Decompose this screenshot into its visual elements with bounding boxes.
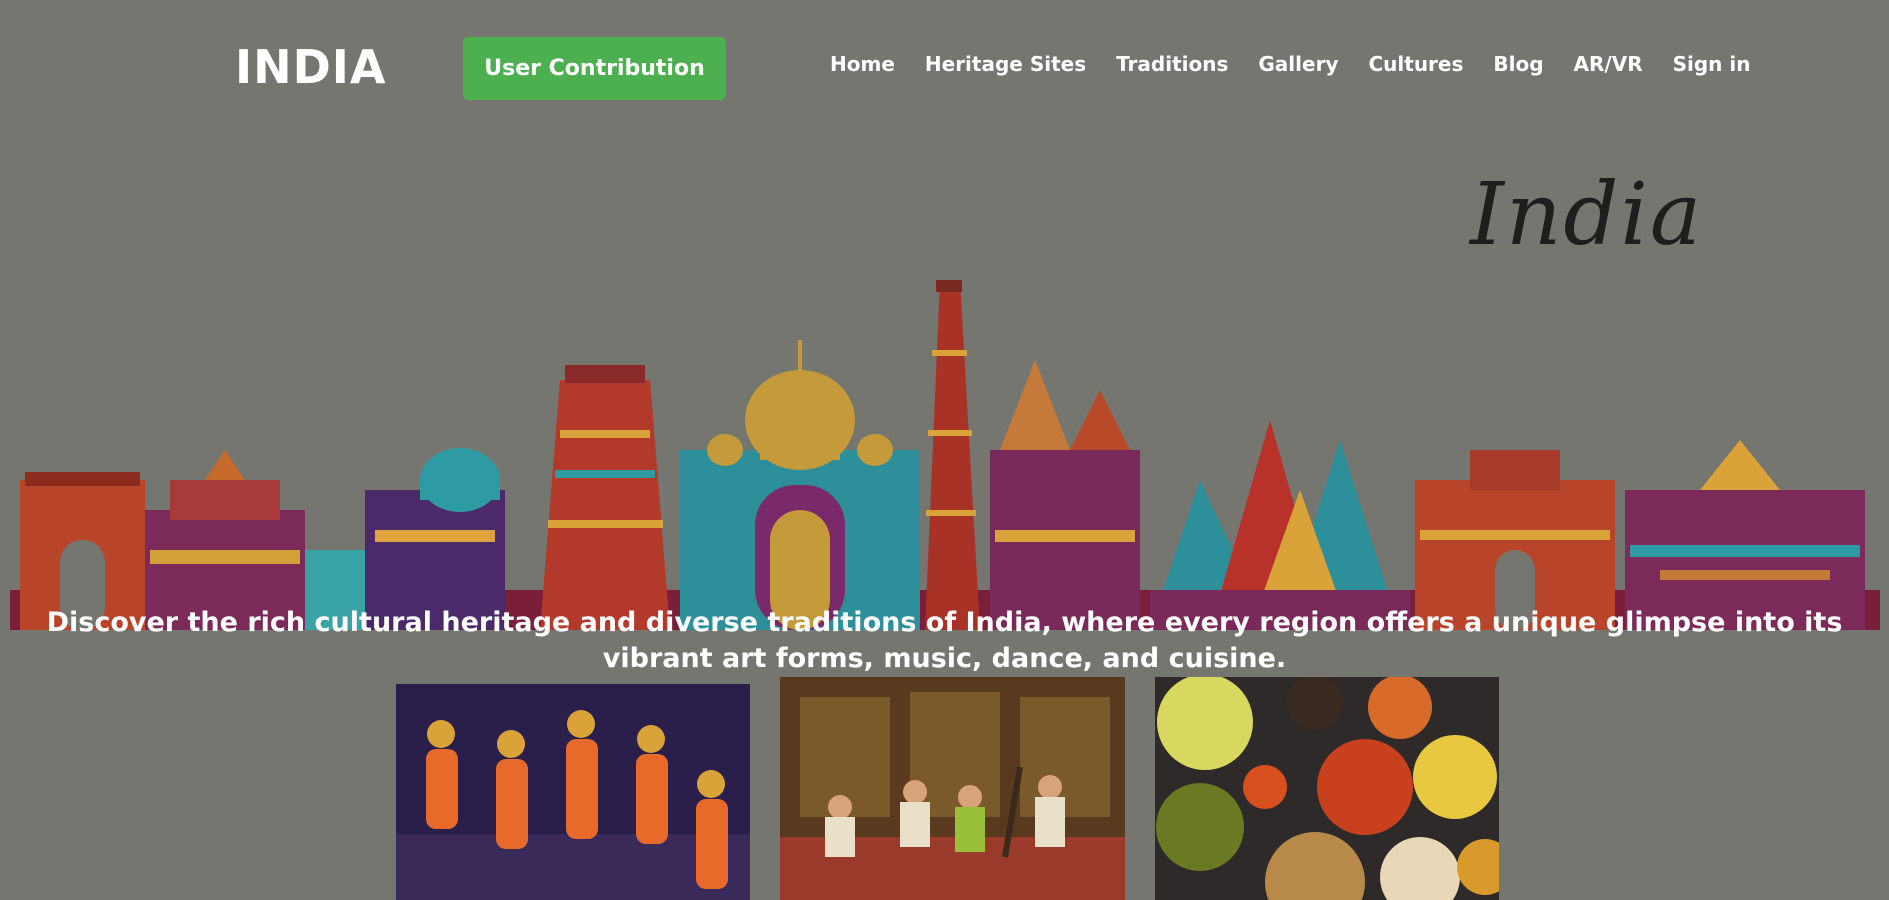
nav-ar-vr[interactable]: AR/VR bbox=[1574, 52, 1643, 76]
nav-home[interactable]: Home bbox=[830, 52, 895, 76]
top-navbar: INDIA User Contribution Home Heritage Si… bbox=[0, 0, 1889, 140]
nav-heritage-sites[interactable]: Heritage Sites bbox=[925, 52, 1086, 76]
nav-gallery[interactable]: Gallery bbox=[1258, 52, 1338, 76]
cuisine-photo[interactable] bbox=[1155, 677, 1499, 900]
hero-tagline: Discover the rich cultural heritage and … bbox=[46, 607, 1843, 674]
nav-sign-in[interactable]: Sign in bbox=[1673, 52, 1751, 76]
nav-traditions[interactable]: Traditions bbox=[1116, 52, 1228, 76]
music-photo[interactable] bbox=[780, 677, 1125, 900]
hero-script-title: India bbox=[1470, 165, 1704, 265]
dance-photo[interactable] bbox=[396, 684, 750, 900]
nav-links: Home Heritage Sites Traditions Gallery C… bbox=[830, 52, 1780, 76]
user-contribution-button[interactable]: User Contribution bbox=[463, 37, 726, 100]
nav-cultures[interactable]: Cultures bbox=[1368, 52, 1463, 76]
brand-logo[interactable]: INDIA bbox=[235, 40, 387, 94]
nav-blog[interactable]: Blog bbox=[1493, 52, 1543, 76]
